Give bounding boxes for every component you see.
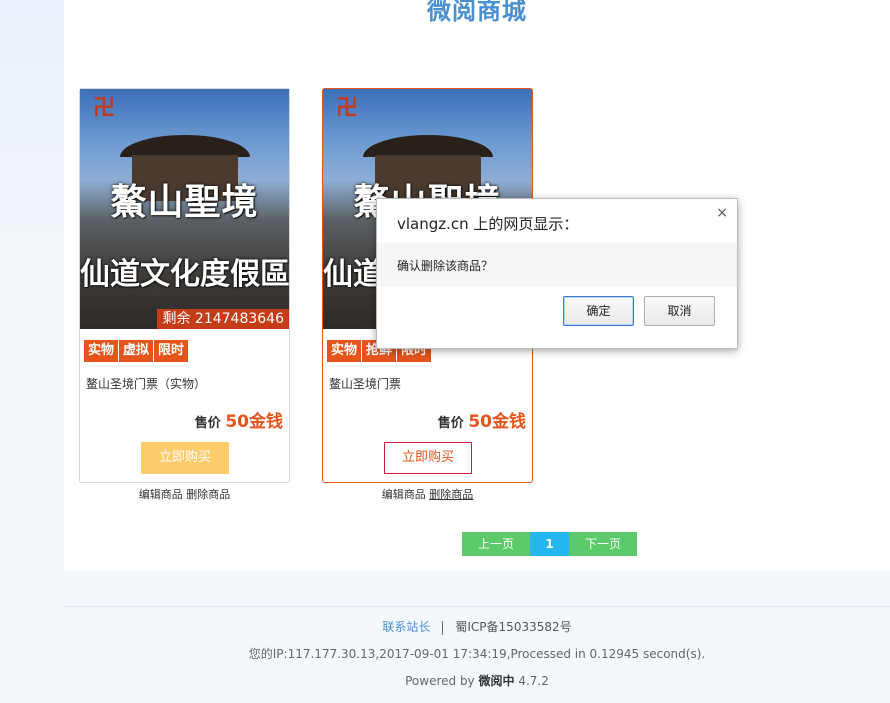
tag-badge: 实物 <box>84 340 119 362</box>
product-price: 售价 50金钱 <box>195 407 283 432</box>
powered-version: 4.7.2 <box>518 674 549 688</box>
confirm-button[interactable]: 确定 <box>563 296 634 326</box>
left-background-strip <box>0 0 64 703</box>
icp-link[interactable]: 蜀ICP备15033582号 <box>455 620 571 634</box>
powered-prefix: Powered by <box>405 674 475 688</box>
dialog-message: 确认删除该商品？ <box>397 259 494 273</box>
powered-name[interactable]: 微阅中 <box>479 674 515 688</box>
product-name: 鳌山圣境门票 <box>329 377 402 391</box>
delete-product-link[interactable]: 删除商品 <box>429 488 473 501</box>
pagination: 上一页 1 下一页 <box>462 532 637 556</box>
scenic-logo-icon: 卍 <box>335 96 358 121</box>
footer-separator <box>442 620 444 635</box>
product-image[interactable]: 卍 鰲山聖境 仙道文化度假區 剩余 2147483646 <box>80 89 289 329</box>
banner-subtitle: 仙道文化度假區 <box>80 257 289 292</box>
tag-badge: 限时 <box>154 340 189 362</box>
confirm-dialog: vlangz.cn 上的网页显示： × 确认删除该商品？ 确定 取消 <box>376 198 738 349</box>
price-value: 50金钱 <box>468 412 526 432</box>
footer-powered-by: Powered by 微阅中 4.7.2 <box>64 672 890 689</box>
stock-remaining-badge: 剩余 2147483646 <box>157 309 289 329</box>
site-title: 微阅商城 <box>427 0 527 25</box>
edit-product-link[interactable]: 编辑商品 <box>139 488 183 501</box>
card-admin-links: 编辑商品 删除商品 <box>322 486 533 502</box>
price-value: 50金钱 <box>225 412 283 432</box>
cancel-button[interactable]: 取消 <box>644 296 715 326</box>
scenic-logo-icon: 卍 <box>92 96 115 121</box>
close-icon[interactable]: × <box>716 205 728 221</box>
footer-ip-info: 您的IP:117.177.30.13,2017-09-01 17:34:19,P… <box>248 647 706 661</box>
buy-now-button[interactable]: 立即购买 <box>141 442 229 474</box>
delete-product-link[interactable]: 删除商品 <box>186 488 230 501</box>
product-card[interactable]: 卍 鰲山聖境 仙道文化度假區 剩余 2147483646 实物 虚拟 限时 鳌山圣境… <box>79 88 290 483</box>
footer-divider <box>64 606 890 607</box>
tag-list: 实物 虚拟 限时 <box>84 340 189 362</box>
edit-product-link[interactable]: 编辑商品 <box>382 488 426 501</box>
tag-badge: 虚拟 <box>119 340 154 362</box>
dialog-title: vlangz.cn 上的网页显示： <box>397 215 579 233</box>
image-roof-shape <box>120 135 250 157</box>
image-roof-shape <box>363 135 493 157</box>
tag-badge: 实物 <box>327 340 362 362</box>
product-price: 售价 50金钱 <box>438 407 526 432</box>
contact-admin-link[interactable]: 联系站长 <box>382 620 430 634</box>
buy-now-button[interactable]: 立即购买 <box>384 442 472 474</box>
price-label: 售价 <box>437 416 464 431</box>
banner-title: 鰲山聖境 <box>110 181 259 223</box>
current-page-button[interactable]: 1 <box>530 532 569 556</box>
product-name: 鳌山圣境门票（实物） <box>86 377 207 391</box>
footer-links: 联系站长 蜀ICP备15033582号 <box>64 618 890 635</box>
price-label: 售价 <box>194 416 221 431</box>
next-page-button[interactable]: 下一页 <box>569 532 637 556</box>
prev-page-button[interactable]: 上一页 <box>462 532 530 556</box>
card-admin-links: 编辑商品 删除商品 <box>79 486 290 502</box>
